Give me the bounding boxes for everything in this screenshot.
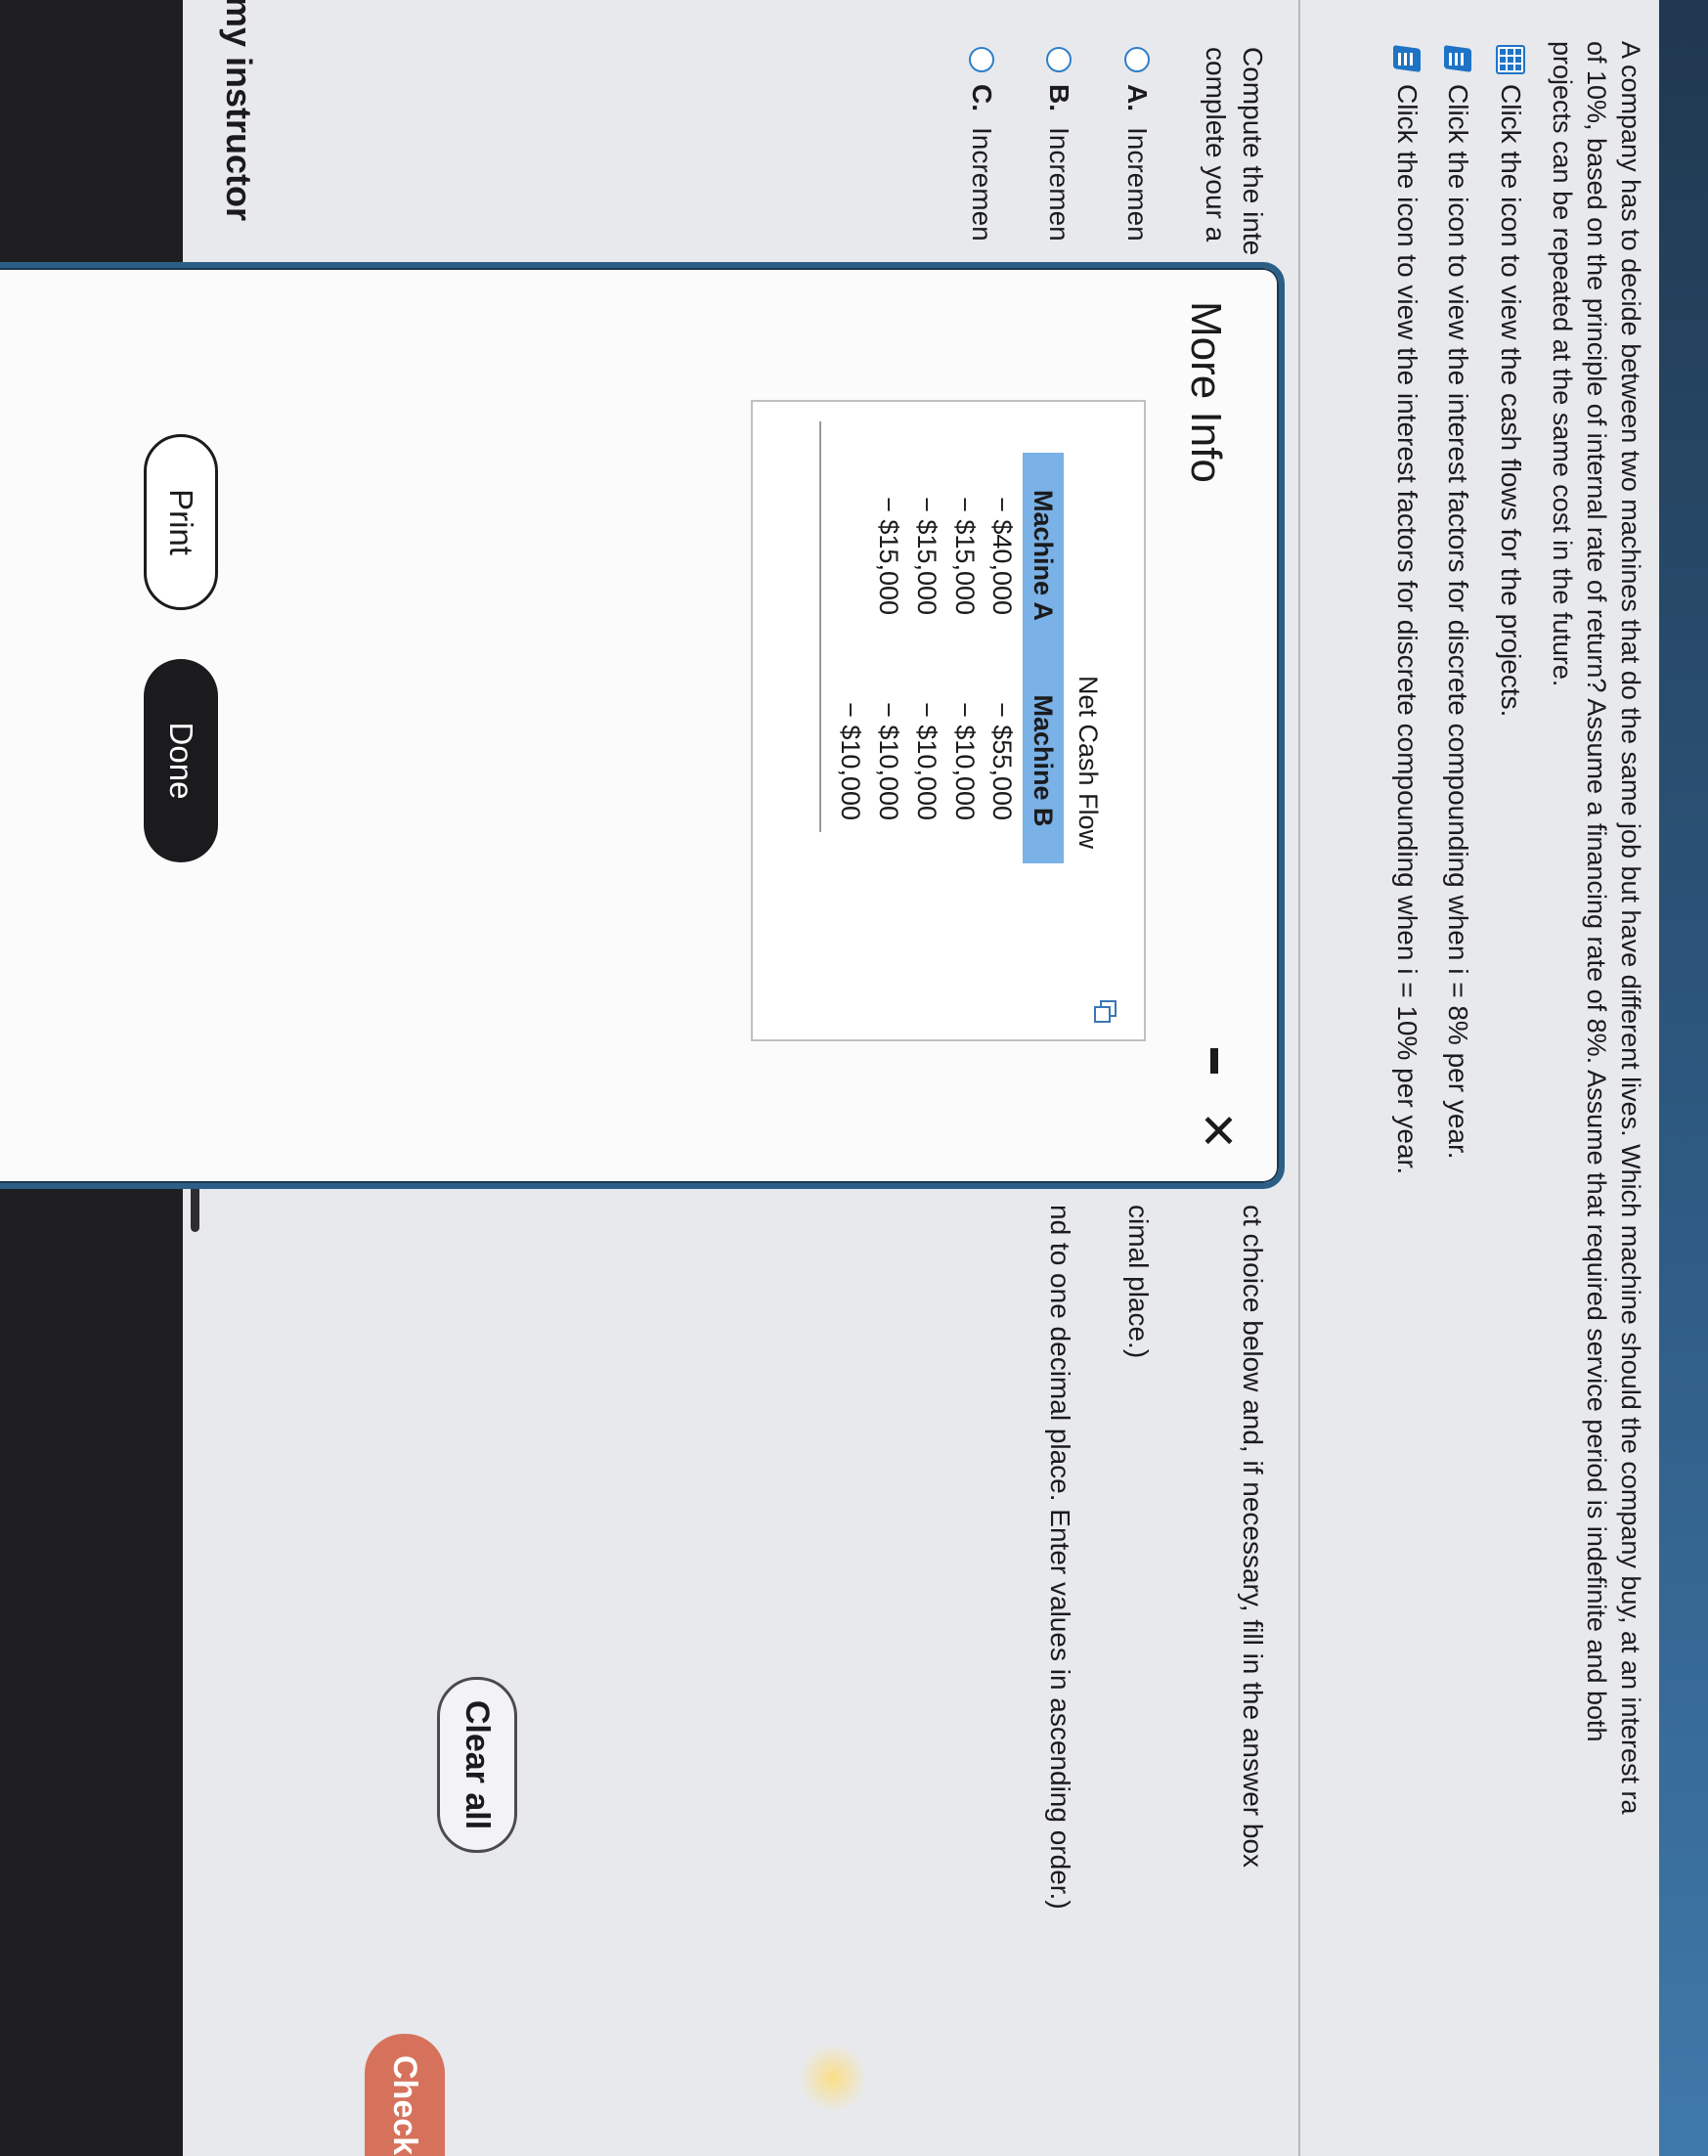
option-c-letter: C.: [967, 84, 997, 111]
option-b[interactable]: B. Incremen: [1040, 47, 1077, 242]
title-bar: [1659, 0, 1708, 2156]
machine-b-cell-0: − $55,000: [987, 702, 1017, 820]
machine-a-cell-2: − $15,000: [912, 497, 942, 615]
interest-factors-8-label[interactable]: Click the icon to view the interest fact…: [1442, 84, 1473, 1160]
more-info-dialog: More Info ✕ Net Cash Flow Machine A Mach…: [0, 262, 1285, 1189]
column-header-machine-b: Machine B: [1023, 658, 1064, 863]
option-c[interactable]: C. Incremen: [963, 47, 1000, 242]
ask-instructor-link[interactable]: my instructor: [218, 0, 259, 221]
interest-factors-10-link[interactable]: Click the icon to view the interest fact…: [1389, 45, 1424, 1174]
close-icon[interactable]: ✕: [1191, 1111, 1243, 1150]
interest-factors-10-label[interactable]: Click the icon to view the interest fact…: [1391, 84, 1423, 1174]
instruction-right-2: cimal place.): [1123, 1205, 1154, 1359]
instruction-left-1: Compute the inte: [1238, 47, 1268, 256]
machine-b-cell-1: − $10,000: [950, 702, 980, 820]
screen-glare: [799, 2044, 867, 2112]
screen: A company has to decide between two mach…: [0, 0, 1708, 2156]
option-c-text: Incremen: [967, 127, 997, 242]
option-b-radio[interactable]: [1046, 47, 1072, 72]
machine-b-cell-2: − $10,000: [912, 702, 942, 820]
cash-flow-table: Net Cash Flow Machine A Machine B − $40,…: [751, 400, 1146, 1041]
option-a-text: Incremen: [1122, 127, 1153, 242]
option-b-letter: B.: [1044, 84, 1074, 111]
copy-icon[interactable]: [1097, 1000, 1117, 1020]
machine-a-cell-1: − $15,000: [950, 497, 980, 615]
option-a-radio[interactable]: [1124, 47, 1150, 72]
option-b-text: Incremen: [1044, 127, 1074, 242]
table-bottom-rule: [819, 421, 821, 832]
instruction-right-1: ct choice below and, if necessary, fill …: [1238, 1205, 1268, 1869]
machine-b-cell-3: − $10,000: [874, 702, 903, 820]
question-text: A company has to decide between two mach…: [1545, 41, 1647, 2134]
machine-a-cell-0: − $40,000: [987, 497, 1017, 615]
interest-factors-8-link[interactable]: Click the icon to view the interest fact…: [1440, 45, 1475, 1160]
minimize-icon[interactable]: [1210, 1048, 1218, 1074]
clear-all-button[interactable]: Clear all: [437, 1677, 517, 1853]
instruction-right-3: nd to one decimal place. Enter values in…: [1045, 1205, 1075, 1910]
table-caption: Net Cash Flow: [1073, 676, 1103, 850]
machine-a-cell-3: − $15,000: [874, 497, 903, 615]
question-line-1: A company has to decide between two mach…: [1616, 41, 1645, 1815]
instruction-left-2: complete your a: [1201, 47, 1231, 242]
question-line-3: projects can be repeated at the same cos…: [1548, 41, 1577, 687]
machine-b-cell-4: − $10,000: [836, 702, 865, 820]
section-divider: [1298, 0, 1300, 2156]
print-button[interactable]: Print: [144, 434, 218, 610]
grid-icon[interactable]: [1496, 45, 1525, 74]
cash-flow-link-label[interactable]: Click the icon to view the cash flows fo…: [1495, 84, 1526, 717]
check-answer-button[interactable]: Check: [365, 2034, 445, 2156]
done-button[interactable]: Done: [144, 659, 218, 862]
column-header-machine-a: Machine A: [1023, 453, 1064, 658]
cash-flow-link[interactable]: Click the icon to view the cash flows fo…: [1493, 45, 1528, 717]
option-a-letter: A.: [1122, 84, 1153, 111]
option-a[interactable]: A. Incremen: [1118, 47, 1156, 242]
document-icon[interactable]: [1392, 45, 1422, 74]
option-c-radio[interactable]: [969, 47, 994, 72]
dialog-title: More Info: [1182, 301, 1230, 483]
document-icon[interactable]: [1443, 45, 1472, 74]
question-line-2: of 10%, based on the principle of intern…: [1582, 41, 1611, 1742]
